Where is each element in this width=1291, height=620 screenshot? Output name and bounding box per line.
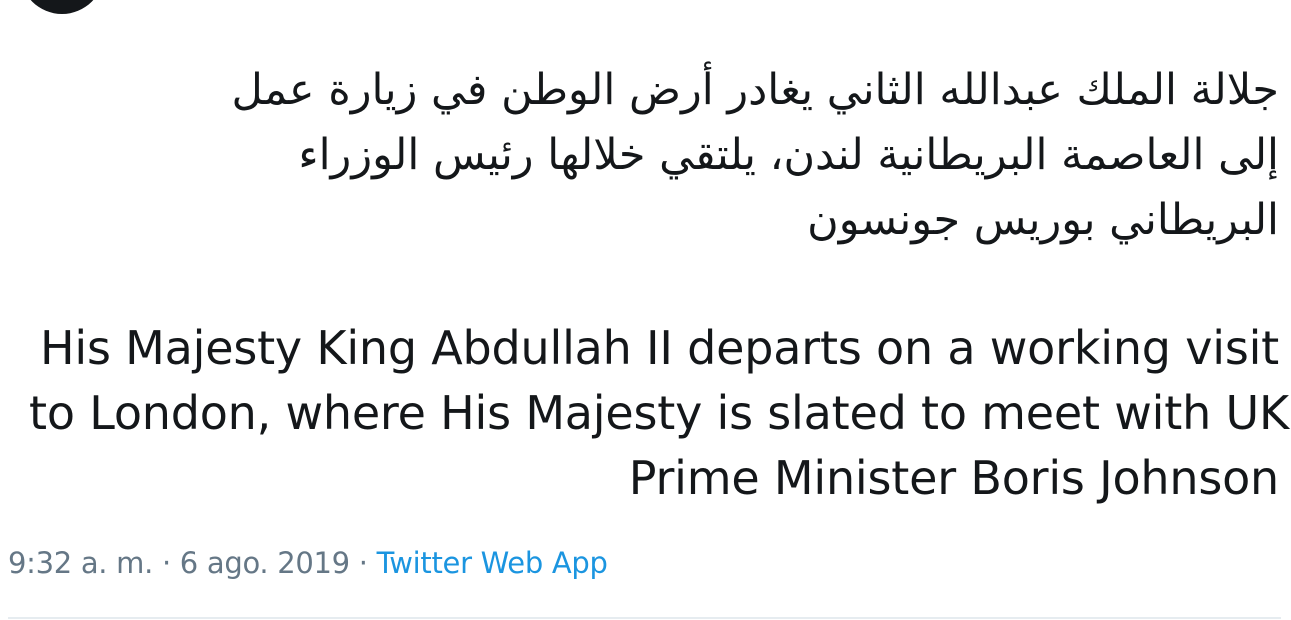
tweet-detail: جلالة الملك عبدالله الثاني يغادر أرض الو… [0, 0, 1291, 620]
tweet-metadata: 9:32 a. m. · 6 ago. 2019 · Twitter Web A… [8, 546, 608, 580]
tweet-time[interactable]: 9:32 a. m. [8, 546, 153, 580]
tweet-text-arabic: جلالة الملك عبدالله الثاني يغادر أرض الو… [29, 58, 1279, 253]
meta-separator: · [153, 546, 180, 580]
tweet-text-english: His Majesty King Abdullah II departs on … [29, 316, 1289, 511]
tweet-text-line: to London, where His Majesty is slated t… [29, 386, 1289, 440]
tweet-text-line: His Majesty King Abdullah II departs on … [40, 321, 1279, 375]
tweet-text-line: البريطاني بوريس جونسون [807, 195, 1279, 245]
avatar[interactable] [20, 0, 104, 14]
tweet-text-line: Prime Minister Boris Johnson [628, 451, 1279, 505]
tweet-text-line: إلى العاصمة البريطانية لندن، يلتقي خلاله… [298, 130, 1279, 180]
tweet-text-line: جلالة الملك عبدالله الثاني يغادر أرض الو… [231, 65, 1279, 115]
tweet-source-link[interactable]: Twitter Web App [377, 546, 608, 580]
tweet-date[interactable]: 6 ago. 2019 [180, 546, 350, 580]
meta-separator: · [349, 546, 377, 580]
tweet-text: جلالة الملك عبدالله الثاني يغادر أرض الو… [29, 58, 1289, 511]
divider [8, 617, 1281, 619]
